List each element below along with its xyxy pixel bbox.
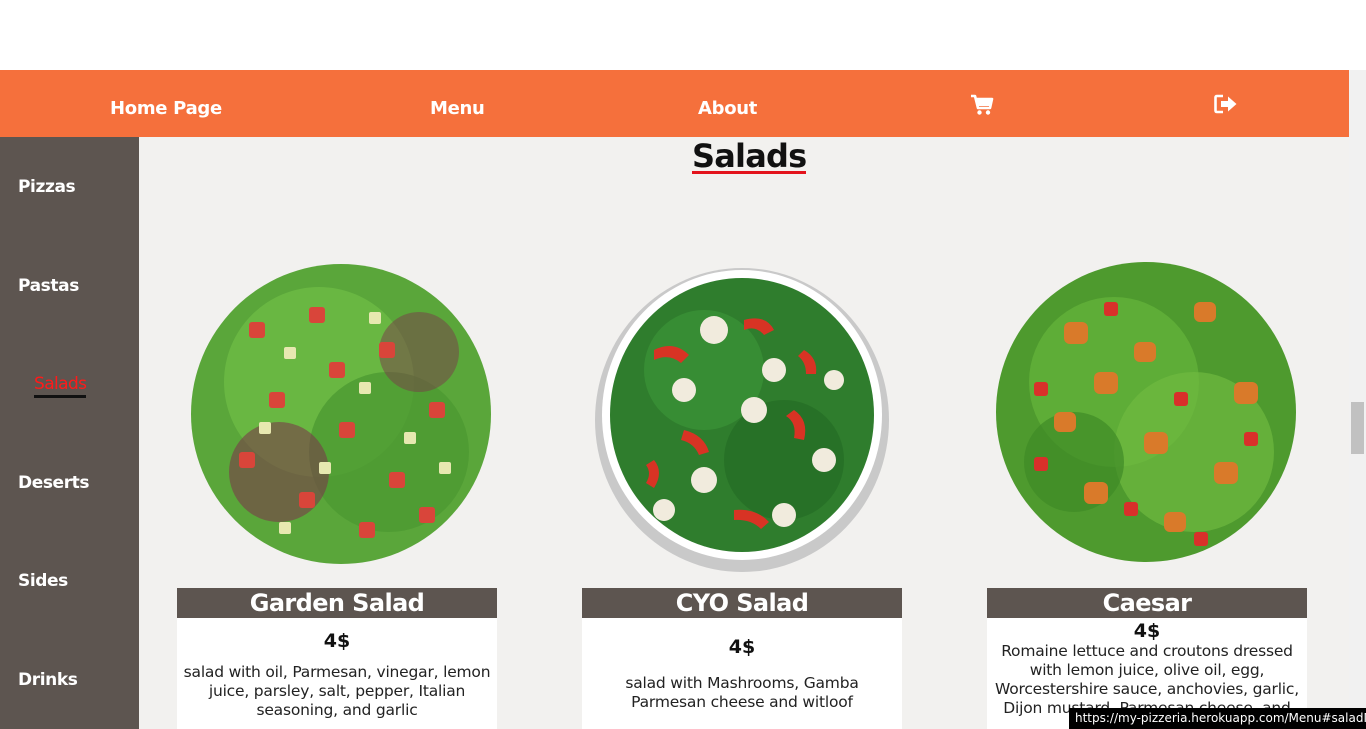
card-price: 4$: [1133, 620, 1161, 642]
card-body: 4$ salad with oil, Parmesan, vinegar, le…: [177, 618, 497, 729]
nav-menu[interactable]: Menu: [430, 70, 485, 137]
sidebar-item-pizzas[interactable]: Pizzas: [18, 177, 76, 197]
garden-salad-image[interactable]: [189, 252, 499, 570]
card-body: 4$ salad with Mashrooms, Gamba Parmesan …: [582, 618, 902, 729]
sidebar-item-sides[interactable]: Sides: [18, 571, 68, 591]
salad-menu-section: Salads Garden Salad 4$ salad with oil, P…: [139, 137, 1349, 729]
page-title: Salads: [692, 137, 807, 175]
sidebar-item-deserts[interactable]: Deserts: [18, 473, 90, 493]
caesar-salad-image[interactable]: [994, 262, 1302, 564]
top-navbar: Home Page Menu About: [0, 70, 1349, 137]
vertical-scrollbar[interactable]: [1349, 70, 1366, 729]
card-description: salad with Mashrooms, Gamba Parmesan che…: [625, 674, 859, 711]
card-price: 4$: [728, 636, 756, 658]
sidebar-item-drinks[interactable]: Drinks: [18, 670, 78, 690]
status-bar-url: https://my-pizzeria.herokuapp.com/Menu#s…: [1069, 708, 1366, 729]
card-price: 4$: [323, 630, 351, 652]
card-title: Garden Salad: [177, 588, 497, 618]
nav-home-page[interactable]: Home Page: [110, 70, 222, 137]
nav-about[interactable]: About: [698, 70, 757, 137]
cyo-salad-image[interactable]: [594, 260, 894, 574]
sidebar-item-salads[interactable]: Salads: [34, 374, 87, 398]
category-sidebar: Pizzas Pastas Salads Deserts Sides Drink…: [0, 137, 139, 729]
card-title: Caesar: [987, 588, 1307, 618]
card-title: CYO Salad: [582, 588, 902, 618]
sidebar-item-pastas[interactable]: Pastas: [18, 276, 79, 296]
card-description: salad with oil, Parmesan, vinegar, lemon…: [183, 663, 491, 719]
scrollbar-thumb[interactable]: [1351, 402, 1364, 454]
